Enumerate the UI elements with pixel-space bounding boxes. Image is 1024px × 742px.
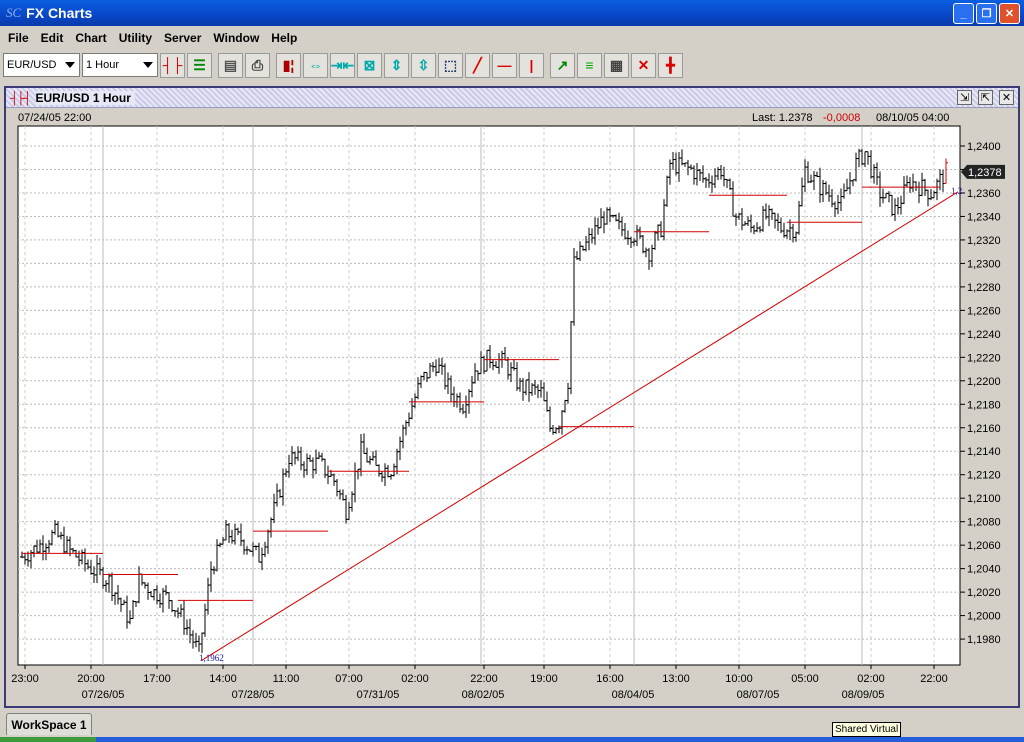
y-tick-label: 1,2220: [967, 352, 1001, 364]
x-tick-label: 05:00: [791, 673, 819, 685]
low-label: 1,1962: [199, 653, 224, 663]
y-tick-label: 1,2040: [967, 564, 1001, 576]
x-date-label: 07/31/05: [357, 689, 400, 701]
y-tick-label: 1,2000: [967, 611, 1001, 623]
y-tick-label: 1,2400: [967, 141, 1001, 153]
y-tick-label: 1,2080: [967, 517, 1001, 529]
x-tick-label: 17:00: [143, 673, 171, 685]
plot-area: [17, 125, 961, 666]
x-date-label: 07/26/05: [82, 689, 125, 701]
tooltip: Shared Virtual: [832, 722, 902, 737]
x-tick-label: 16:00: [596, 673, 624, 685]
x-tick-label: 14:00: [209, 673, 237, 685]
x-tick-label: 10:00: [725, 673, 753, 685]
y-tick-label: 1,2340: [967, 211, 1001, 223]
y-tick-label: 1,2100: [967, 493, 1001, 505]
y-tick-label: 1,2240: [967, 329, 1001, 341]
x-date-label: 08/04/05: [612, 689, 655, 701]
y-tick-label: 1,2120: [967, 470, 1001, 482]
x-tick-label: 02:00: [857, 673, 885, 685]
y-tick-label: 1,2200: [967, 376, 1001, 388]
x-tick-label: 23:00: [11, 673, 39, 685]
trend-end-label: 1,2: [951, 186, 962, 196]
y-tick-label: 1,2180: [967, 399, 1001, 411]
x-date-label: 07/28/05: [232, 689, 275, 701]
workspace-tab[interactable]: WorkSpace 1: [6, 713, 92, 735]
y-tick-label: 1,2020: [967, 587, 1001, 599]
x-date-label: 08/07/05: [737, 689, 780, 701]
x-tick-label: 11:00: [273, 673, 300, 685]
y-tick-label: 1,2320: [967, 235, 1001, 247]
y-tick-label: 1,2280: [967, 282, 1001, 294]
x-date-label: 08/02/05: [462, 689, 505, 701]
x-tick-label: 19:00: [530, 673, 558, 685]
y-tick-label: 1,2160: [967, 423, 1001, 435]
y-tick-label: 1,2360: [967, 188, 1001, 200]
x-tick-label: 20:00: [77, 673, 105, 685]
x-tick-label: 02:00: [401, 673, 429, 685]
y-tick-label: 1,1980: [967, 634, 1001, 646]
x-tick-label: 07:00: [335, 673, 363, 685]
x-tick-label: 22:00: [920, 673, 948, 685]
x-tick-label: 22:00: [470, 673, 498, 685]
last-price-badge-label: 1,2378: [968, 167, 1002, 179]
y-tick-label: 1,2060: [967, 540, 1001, 552]
x-tick-label: 13:00: [662, 673, 690, 685]
x-date-label: 08/09/05: [842, 689, 885, 701]
start-button[interactable]: [0, 737, 96, 742]
y-tick-label: 1,2300: [967, 258, 1001, 270]
y-tick-label: 1,2260: [967, 305, 1001, 317]
y-tick-label: 1,2140: [967, 446, 1001, 458]
taskbar: [0, 737, 1024, 742]
price-chart[interactable]: 1,19801,20001,20201,20401,20601,20801,21…: [0, 0, 1024, 742]
